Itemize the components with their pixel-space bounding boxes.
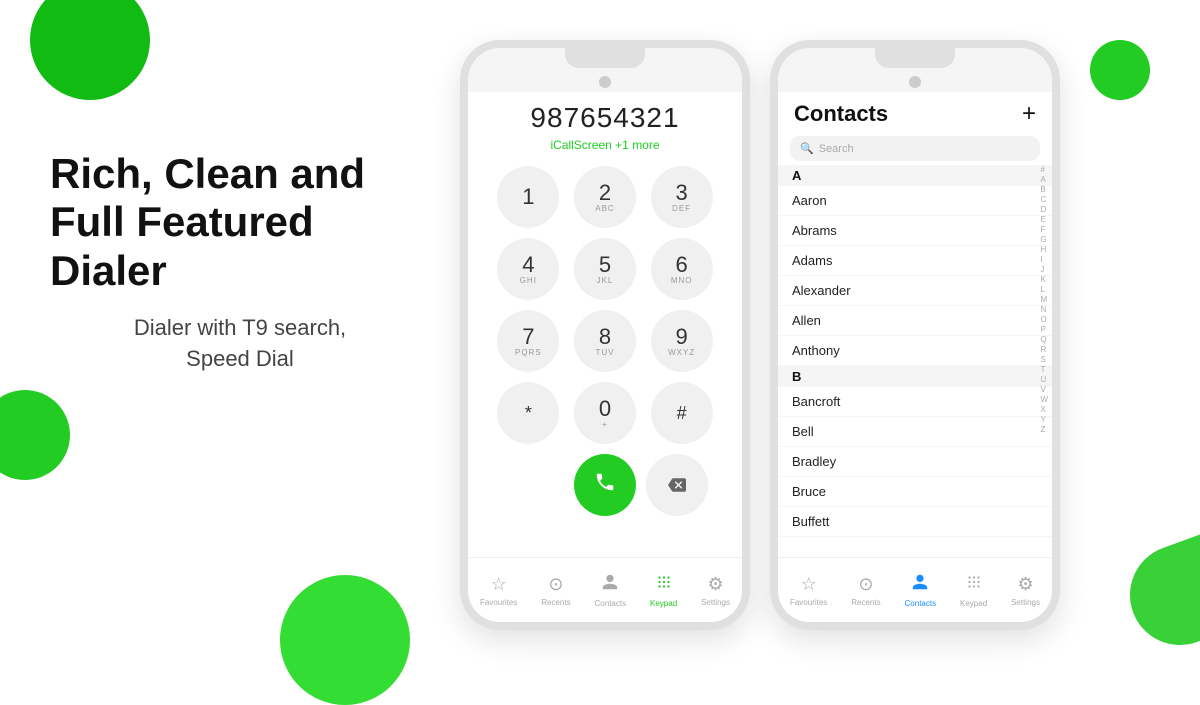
key-6[interactable]: 6MNO: [651, 238, 713, 300]
keypad-bottom-row: * 0+ #: [495, 382, 715, 444]
clock-icon: ⊙: [548, 574, 563, 595]
contact-anthony[interactable]: Anthony: [778, 336, 1052, 366]
key-8[interactable]: 8TUV: [574, 310, 636, 372]
contacts-title: Contacts: [794, 101, 888, 127]
key-4[interactable]: 4GHI: [497, 238, 559, 300]
nav-favourites[interactable]: ☆ Favourites: [480, 574, 517, 607]
group-header-b: B: [778, 366, 1052, 387]
decorative-shape-bottom-right: [1116, 531, 1200, 659]
dialer-bottom-nav: ☆ Favourites ⊙ Recents Contacts Keypad: [468, 557, 742, 622]
group-header-a: A: [778, 165, 1052, 186]
dialer-phone: 987654321 iCallScreen +1 more 1 2ABC 3DE…: [460, 40, 750, 630]
search-placeholder: Search: [819, 143, 854, 155]
keypad-grid: 1 2ABC 3DEF 4GHI 5JKL 6MNO 7PQRS 8TUV 9W…: [495, 166, 715, 372]
call-icon: [594, 471, 616, 499]
phone-notch: [565, 48, 645, 68]
nav-keypad[interactable]: Keypad: [650, 573, 677, 608]
contacts-person-icon: [911, 573, 929, 596]
key-5[interactable]: 5JKL: [574, 238, 636, 300]
key-7[interactable]: 7PQRS: [497, 310, 559, 372]
contacts-nav-favourites[interactable]: ☆ Favourites: [790, 574, 827, 607]
contact-alexander[interactable]: Alexander: [778, 276, 1052, 306]
contacts-phone-camera: [909, 76, 921, 88]
contacts-header: Contacts +: [778, 92, 1052, 132]
contact-abrams[interactable]: Abrams: [778, 216, 1052, 246]
nav-recents[interactable]: ⊙ Recents: [541, 574, 570, 607]
key-1[interactable]: 1: [497, 166, 559, 228]
contact-aaron[interactable]: Aaron: [778, 186, 1052, 216]
dialer-content: 987654321 iCallScreen +1 more 1 2ABC 3DE…: [468, 92, 742, 557]
contacts-nav-contacts[interactable]: Contacts: [905, 573, 937, 608]
nav-contacts[interactable]: Contacts: [595, 573, 627, 608]
decorative-circle-top-left: [30, 0, 150, 100]
contacts-content: Contacts + 🔍 Search A Aaron Abrams Adams…: [778, 92, 1052, 557]
contact-bruce[interactable]: Bruce: [778, 477, 1052, 507]
contacts-keypad-icon: [965, 573, 983, 596]
contacts-list: A Aaron Abrams Adams Alexander Allen Ant…: [778, 165, 1052, 557]
contacts-search-bar[interactable]: 🔍 Search: [790, 136, 1040, 161]
nav-settings[interactable]: ⚙ Settings: [701, 574, 730, 607]
search-icon: 🔍: [800, 142, 814, 155]
keypad-icon: [655, 573, 673, 596]
key-2[interactable]: 2ABC: [574, 166, 636, 228]
delete-button[interactable]: [646, 454, 708, 516]
key-9[interactable]: 9WXYZ: [651, 310, 713, 372]
phone-camera: [599, 76, 611, 88]
hero-title: Rich, Clean and Full Featured Dialer: [50, 150, 430, 295]
contacts-star-icon: ☆: [801, 574, 817, 595]
key-3[interactable]: 3DEF: [651, 166, 713, 228]
empty-spacer: [502, 454, 564, 516]
call-row: [495, 454, 715, 516]
contact-buffett[interactable]: Buffett: [778, 507, 1052, 537]
settings-icon: ⚙: [707, 574, 723, 595]
alphabet-sidebar: # A B C D E F G H I J K L M N O P: [1040, 165, 1048, 434]
dialer-number: 987654321: [530, 102, 679, 134]
contacts-phone: Contacts + 🔍 Search A Aaron Abrams Adams…: [770, 40, 1060, 630]
contacts-nav-keypad[interactable]: Keypad: [960, 573, 987, 608]
contact-bradley[interactable]: Bradley: [778, 447, 1052, 477]
phones-container: 987654321 iCallScreen +1 more 1 2ABC 3DE…: [460, 10, 1060, 600]
person-icon: [601, 573, 619, 596]
key-0[interactable]: 0+: [574, 382, 636, 444]
contact-adams[interactable]: Adams: [778, 246, 1052, 276]
contact-bell[interactable]: Bell: [778, 417, 1052, 447]
contacts-bottom-nav: ☆ Favourites ⊙ Recents Contacts Keypad: [778, 557, 1052, 622]
star-icon: ☆: [491, 574, 507, 595]
contacts-settings-icon: ⚙: [1017, 574, 1033, 595]
contacts-phone-notch: [875, 48, 955, 68]
hero-section: Rich, Clean and Full Featured Dialer Dia…: [50, 150, 430, 374]
key-hash[interactable]: #: [651, 382, 713, 444]
contacts-nav-recents[interactable]: ⊙ Recents: [851, 574, 880, 607]
decorative-circle-top-right: [1090, 40, 1150, 100]
key-star[interactable]: *: [497, 382, 559, 444]
decorative-circle-mid-left: [0, 390, 70, 480]
contacts-nav-settings[interactable]: ⚙ Settings: [1011, 574, 1040, 607]
dialer-caller: iCallScreen +1 more: [550, 138, 659, 152]
add-contact-button[interactable]: +: [1022, 100, 1036, 128]
contacts-clock-icon: ⊙: [858, 574, 873, 595]
hero-subtitle: Dialer with T9 search, Speed Dial: [50, 313, 430, 375]
call-button[interactable]: [574, 454, 636, 516]
decorative-circle-bottom-left: [280, 575, 410, 705]
contact-bancroft[interactable]: Bancroft: [778, 387, 1052, 417]
contact-allen[interactable]: Allen: [778, 306, 1052, 336]
